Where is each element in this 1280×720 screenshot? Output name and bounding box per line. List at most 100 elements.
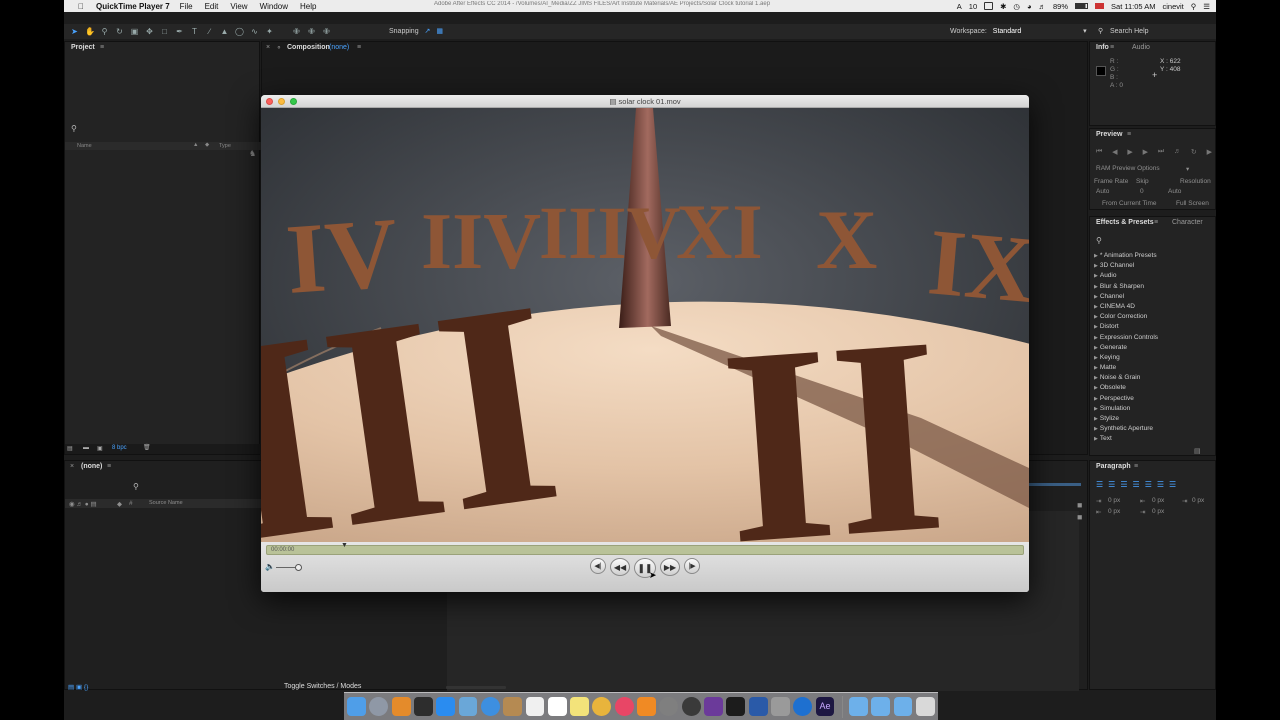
bit-depth-button[interactable]: 8 bpc: [112, 445, 127, 451]
disclosure-triangle-icon[interactable]: ▶: [1094, 294, 1098, 300]
effects-category[interactable]: ▶ Channel: [1094, 292, 1212, 302]
first-line-value[interactable]: 0 px: [1192, 497, 1204, 504]
justify-center-icon[interactable]: ☰: [1145, 480, 1152, 489]
apple-menu-icon[interactable]: : [74, 2, 88, 11]
notes-icon[interactable]: [525, 697, 545, 716]
effects-category[interactable]: ▶ Text: [1094, 434, 1212, 444]
disclosure-triangle-icon[interactable]: ▶: [1094, 263, 1098, 269]
disclosure-triangle-icon[interactable]: ▶: [1094, 416, 1098, 422]
justify-right-icon[interactable]: ☰: [1157, 480, 1164, 489]
composition-tab[interactable]: Composition: [287, 44, 330, 51]
disclosure-triangle-icon[interactable]: ▶: [1094, 324, 1098, 330]
volume-speaker-icon[interactable]: 🔈: [265, 562, 275, 571]
effects-category[interactable]: ▶ Synthetic Aperture: [1094, 424, 1212, 434]
go-to-end-button[interactable]: |▶: [684, 558, 700, 574]
snapping-checkbox-icon[interactable]: ↗: [425, 28, 431, 35]
rewind-button[interactable]: ◀◀: [610, 558, 630, 576]
effects-category[interactable]: ▶ Distort: [1094, 322, 1212, 332]
effects-category[interactable]: ▶ CINEMA 4D: [1094, 302, 1212, 312]
launchpad-icon[interactable]: [369, 697, 389, 716]
effects-category[interactable]: ▶ Expression Controls: [1094, 333, 1212, 343]
interpret-footage-icon[interactable]: ▤: [67, 445, 73, 452]
photos-icon[interactable]: [592, 697, 612, 716]
disclosure-triangle-icon[interactable]: ▶: [1094, 375, 1098, 381]
itunes-icon[interactable]: [614, 697, 634, 716]
contacts-icon[interactable]: [503, 697, 523, 716]
ibooks-icon[interactable]: [637, 697, 656, 716]
brush-tool-icon[interactable]: ∕: [205, 27, 214, 36]
rotate-tool-icon[interactable]: ↻: [115, 27, 124, 36]
effects-category[interactable]: ▶ Noise & Grain: [1094, 373, 1212, 383]
disclosure-triangle-icon[interactable]: ▶: [1094, 273, 1098, 279]
project-panel-menu-icon[interactable]: ≡: [100, 44, 104, 51]
time-machine-icon[interactable]: ◷: [1013, 2, 1020, 11]
menubar-clock[interactable]: Sat 11:05 AM: [1111, 2, 1155, 11]
align-left-icon[interactable]: ☰: [1096, 480, 1103, 489]
app-icon-grey[interactable]: [770, 697, 790, 716]
pen-tool-icon[interactable]: ✒: [175, 27, 184, 36]
preview-menu-icon[interactable]: ≡: [1127, 131, 1131, 138]
app-menu[interactable]: QuickTime Player 7: [96, 2, 170, 11]
playhead-icon[interactable]: ▼: [341, 542, 348, 549]
bluetooth-icon[interactable]: ✱: [1000, 2, 1006, 11]
flag-icon[interactable]: [1095, 3, 1105, 9]
stickies-icon[interactable]: [570, 697, 590, 716]
timeline-tab[interactable]: (none): [81, 463, 102, 470]
new-comp-icon[interactable]: ▣: [97, 445, 103, 452]
screen-icon[interactable]: [984, 2, 994, 10]
timeline-bottom-icons[interactable]: ▤ ▣ {}: [68, 683, 88, 691]
menu-view[interactable]: View: [230, 2, 247, 11]
word-icon[interactable]: [748, 697, 768, 716]
disclosure-triangle-icon[interactable]: ▶: [1094, 355, 1098, 361]
resolution-value[interactable]: Auto: [1168, 188, 1181, 195]
comp-panel-menu-icon[interactable]: ≡: [357, 44, 361, 51]
clone-stamp-tool-icon[interactable]: ▲: [220, 27, 229, 36]
flowchart-icon[interactable]: ♞: [249, 149, 256, 158]
paragraph-tab[interactable]: Paragraph: [1096, 463, 1131, 470]
disclosure-triangle-icon[interactable]: ▶: [1094, 345, 1098, 351]
project-tab[interactable]: Project: [71, 44, 95, 51]
snapping-options-icon[interactable]: ▦: [436, 28, 443, 35]
label-column-icon[interactable]: ◆: [117, 500, 122, 508]
info-menu-icon[interactable]: ≡: [1110, 44, 1114, 51]
effects-delete-icon[interactable]: ▤: [1194, 447, 1201, 455]
battery-percent[interactable]: 89%: [1053, 2, 1068, 11]
prev-frame-icon[interactable]: ◀: [1112, 148, 1117, 157]
app-icon-blue-circle[interactable]: [793, 697, 813, 716]
disclosure-triangle-icon[interactable]: ▶: [1094, 406, 1098, 412]
spotlight-icon[interactable]: ⚲: [1191, 2, 1197, 11]
disclosure-triangle-icon[interactable]: ▶: [1094, 314, 1098, 320]
finder-icon[interactable]: [347, 697, 366, 716]
app-icon-piano[interactable]: [726, 697, 746, 716]
trash-icon[interactable]: 🗑: [143, 444, 151, 451]
sort-icon[interactable]: ▲: [193, 142, 198, 148]
indent-right-value[interactable]: 0 px: [1152, 497, 1164, 504]
zoom-tool-icon[interactable]: ⚲: [100, 27, 109, 36]
menu-edit[interactable]: Edit: [205, 2, 219, 11]
eraser-tool-icon[interactable]: ◯: [235, 27, 244, 36]
fast-forward-button[interactable]: ▶▶: [660, 558, 680, 576]
puppet-tool-icon[interactable]: ✦: [265, 27, 274, 36]
effects-tab[interactable]: Effects & Presets: [1096, 219, 1154, 226]
video-frame[interactable]: IV IIV IIIV XI X IX III II: [261, 108, 1029, 542]
menu-help[interactable]: Help: [300, 2, 316, 11]
justify-left-icon[interactable]: ☰: [1133, 480, 1140, 489]
effects-category[interactable]: ▶ Keying: [1094, 353, 1212, 363]
disclosure-triangle-icon[interactable]: ▶: [1094, 396, 1098, 402]
play-icon[interactable]: ▶: [1127, 148, 1132, 157]
effects-category[interactable]: ▶ Perspective: [1094, 394, 1212, 404]
align-center-icon[interactable]: ☰: [1108, 480, 1115, 489]
new-folder-icon[interactable]: ▬: [83, 445, 89, 451]
timeline-zoom-slider[interactable]: [446, 686, 506, 689]
first-frame-icon[interactable]: ⏮: [1096, 148, 1102, 157]
disclosure-triangle-icon[interactable]: ▶: [1094, 436, 1098, 442]
space-before-value[interactable]: 0 px: [1108, 508, 1120, 515]
av-switch-icons[interactable]: ◉ ♬ ● ▤: [69, 500, 97, 508]
disclosure-triangle-icon[interactable]: ▶: [1094, 385, 1098, 391]
ram-preview-icon[interactable]: ▶: [1207, 148, 1212, 157]
snapping-control[interactable]: Snapping ↗ ▦: [389, 27, 443, 35]
workspace-selector[interactable]: Workspace: Standard ▾: [950, 27, 1087, 35]
mute-icon[interactable]: ♬: [1174, 148, 1181, 157]
effects-category[interactable]: ▶ Blur & Sharpen: [1094, 282, 1212, 292]
rectangle-tool-icon[interactable]: □: [160, 27, 169, 36]
